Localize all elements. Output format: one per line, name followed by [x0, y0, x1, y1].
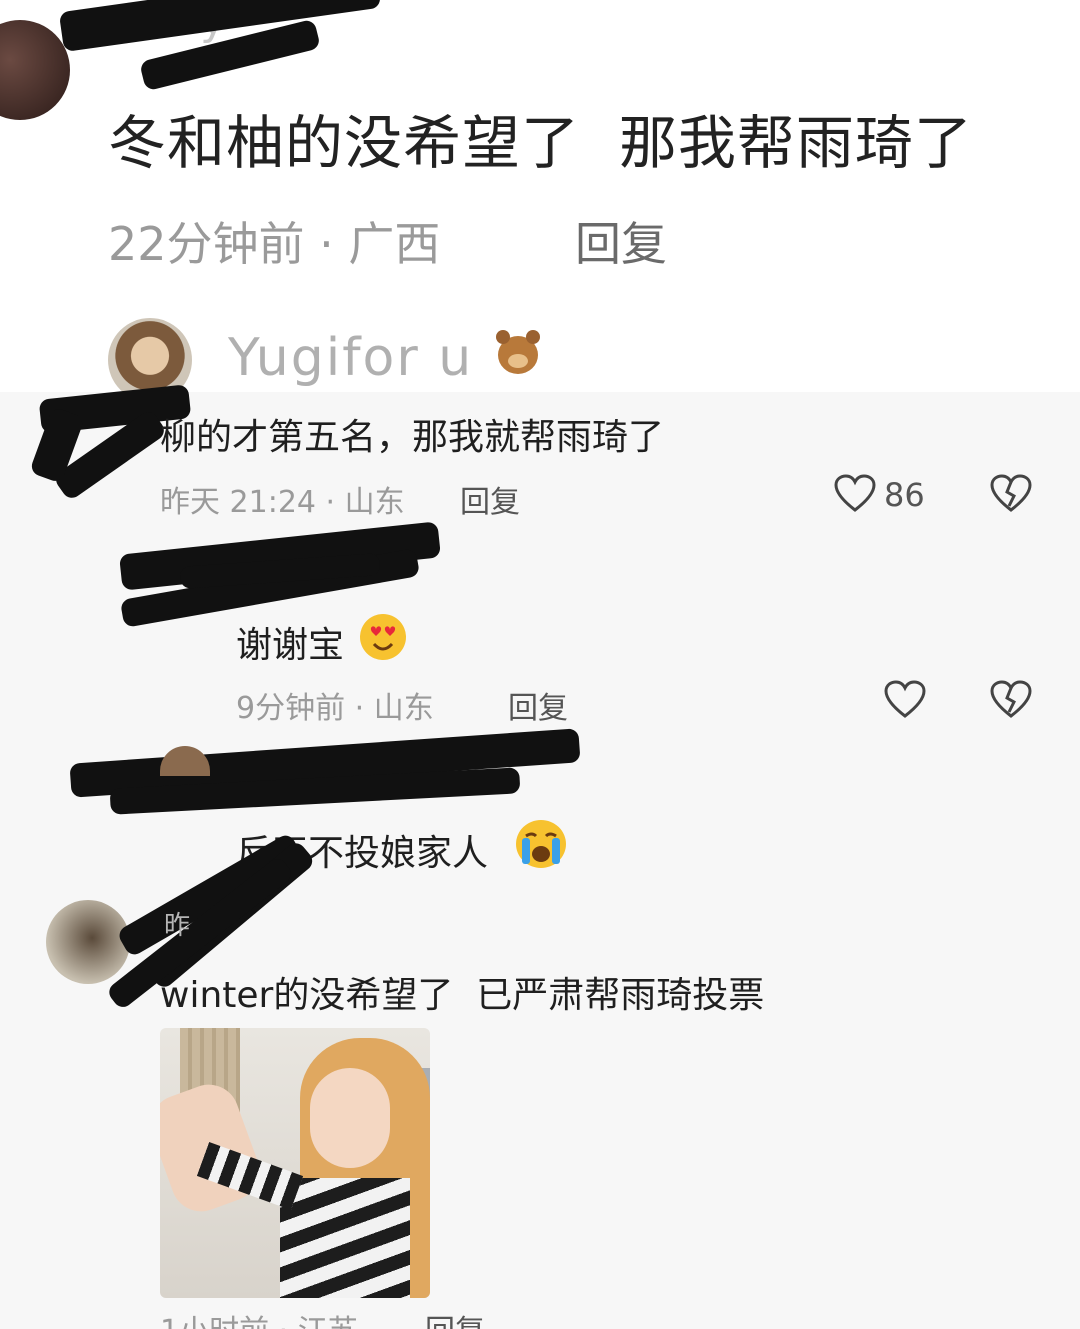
heart-outline-icon[interactable]: [884, 680, 926, 720]
reply-label: 回复: [425, 1314, 485, 1329]
avatar[interactable]: [46, 900, 130, 984]
heart-outline-icon[interactable]: [834, 474, 876, 514]
comment-text: 冬和柚的没希望了 那我帮雨琦了: [108, 109, 973, 177]
reply-button[interactable]: 回复: [460, 477, 520, 521]
comment-meta: 1小时前 · 江苏: [160, 1306, 358, 1329]
reply-button[interactable]: 回复: [575, 208, 667, 274]
broken-heart-icon[interactable]: [990, 680, 1032, 720]
username-partial: 昨: [164, 911, 191, 941]
bear-emoji: [496, 326, 540, 392]
comment-meta: 9分钟前 · 山东: [236, 691, 434, 726]
heart-eyes-emoji: [360, 614, 406, 660]
reply-button[interactable]: 回复: [425, 1306, 485, 1329]
like-count: 86: [884, 476, 925, 514]
comment-text: 谢谢宝: [236, 625, 345, 666]
username-partial: Yugifor u: [228, 328, 473, 392]
crying-emoji: [516, 820, 566, 868]
comment-text: 柳的才第五名，那我就帮雨琦了: [160, 417, 665, 458]
comment-photo[interactable]: [160, 1028, 430, 1298]
comment-text: winter的没希望了 已严肃帮雨琦投票: [160, 975, 765, 1016]
comment-meta-text: 1小时前 · 江苏: [160, 1314, 358, 1329]
comment-meta: 22分钟前 · 广西: [108, 217, 441, 271]
reply-button[interactable]: 回复: [508, 683, 568, 727]
username-text: Yugifor u: [228, 328, 474, 388]
comment-meta: 昨天 21:24 · 山东: [160, 485, 405, 520]
broken-heart-icon[interactable]: [990, 474, 1032, 514]
